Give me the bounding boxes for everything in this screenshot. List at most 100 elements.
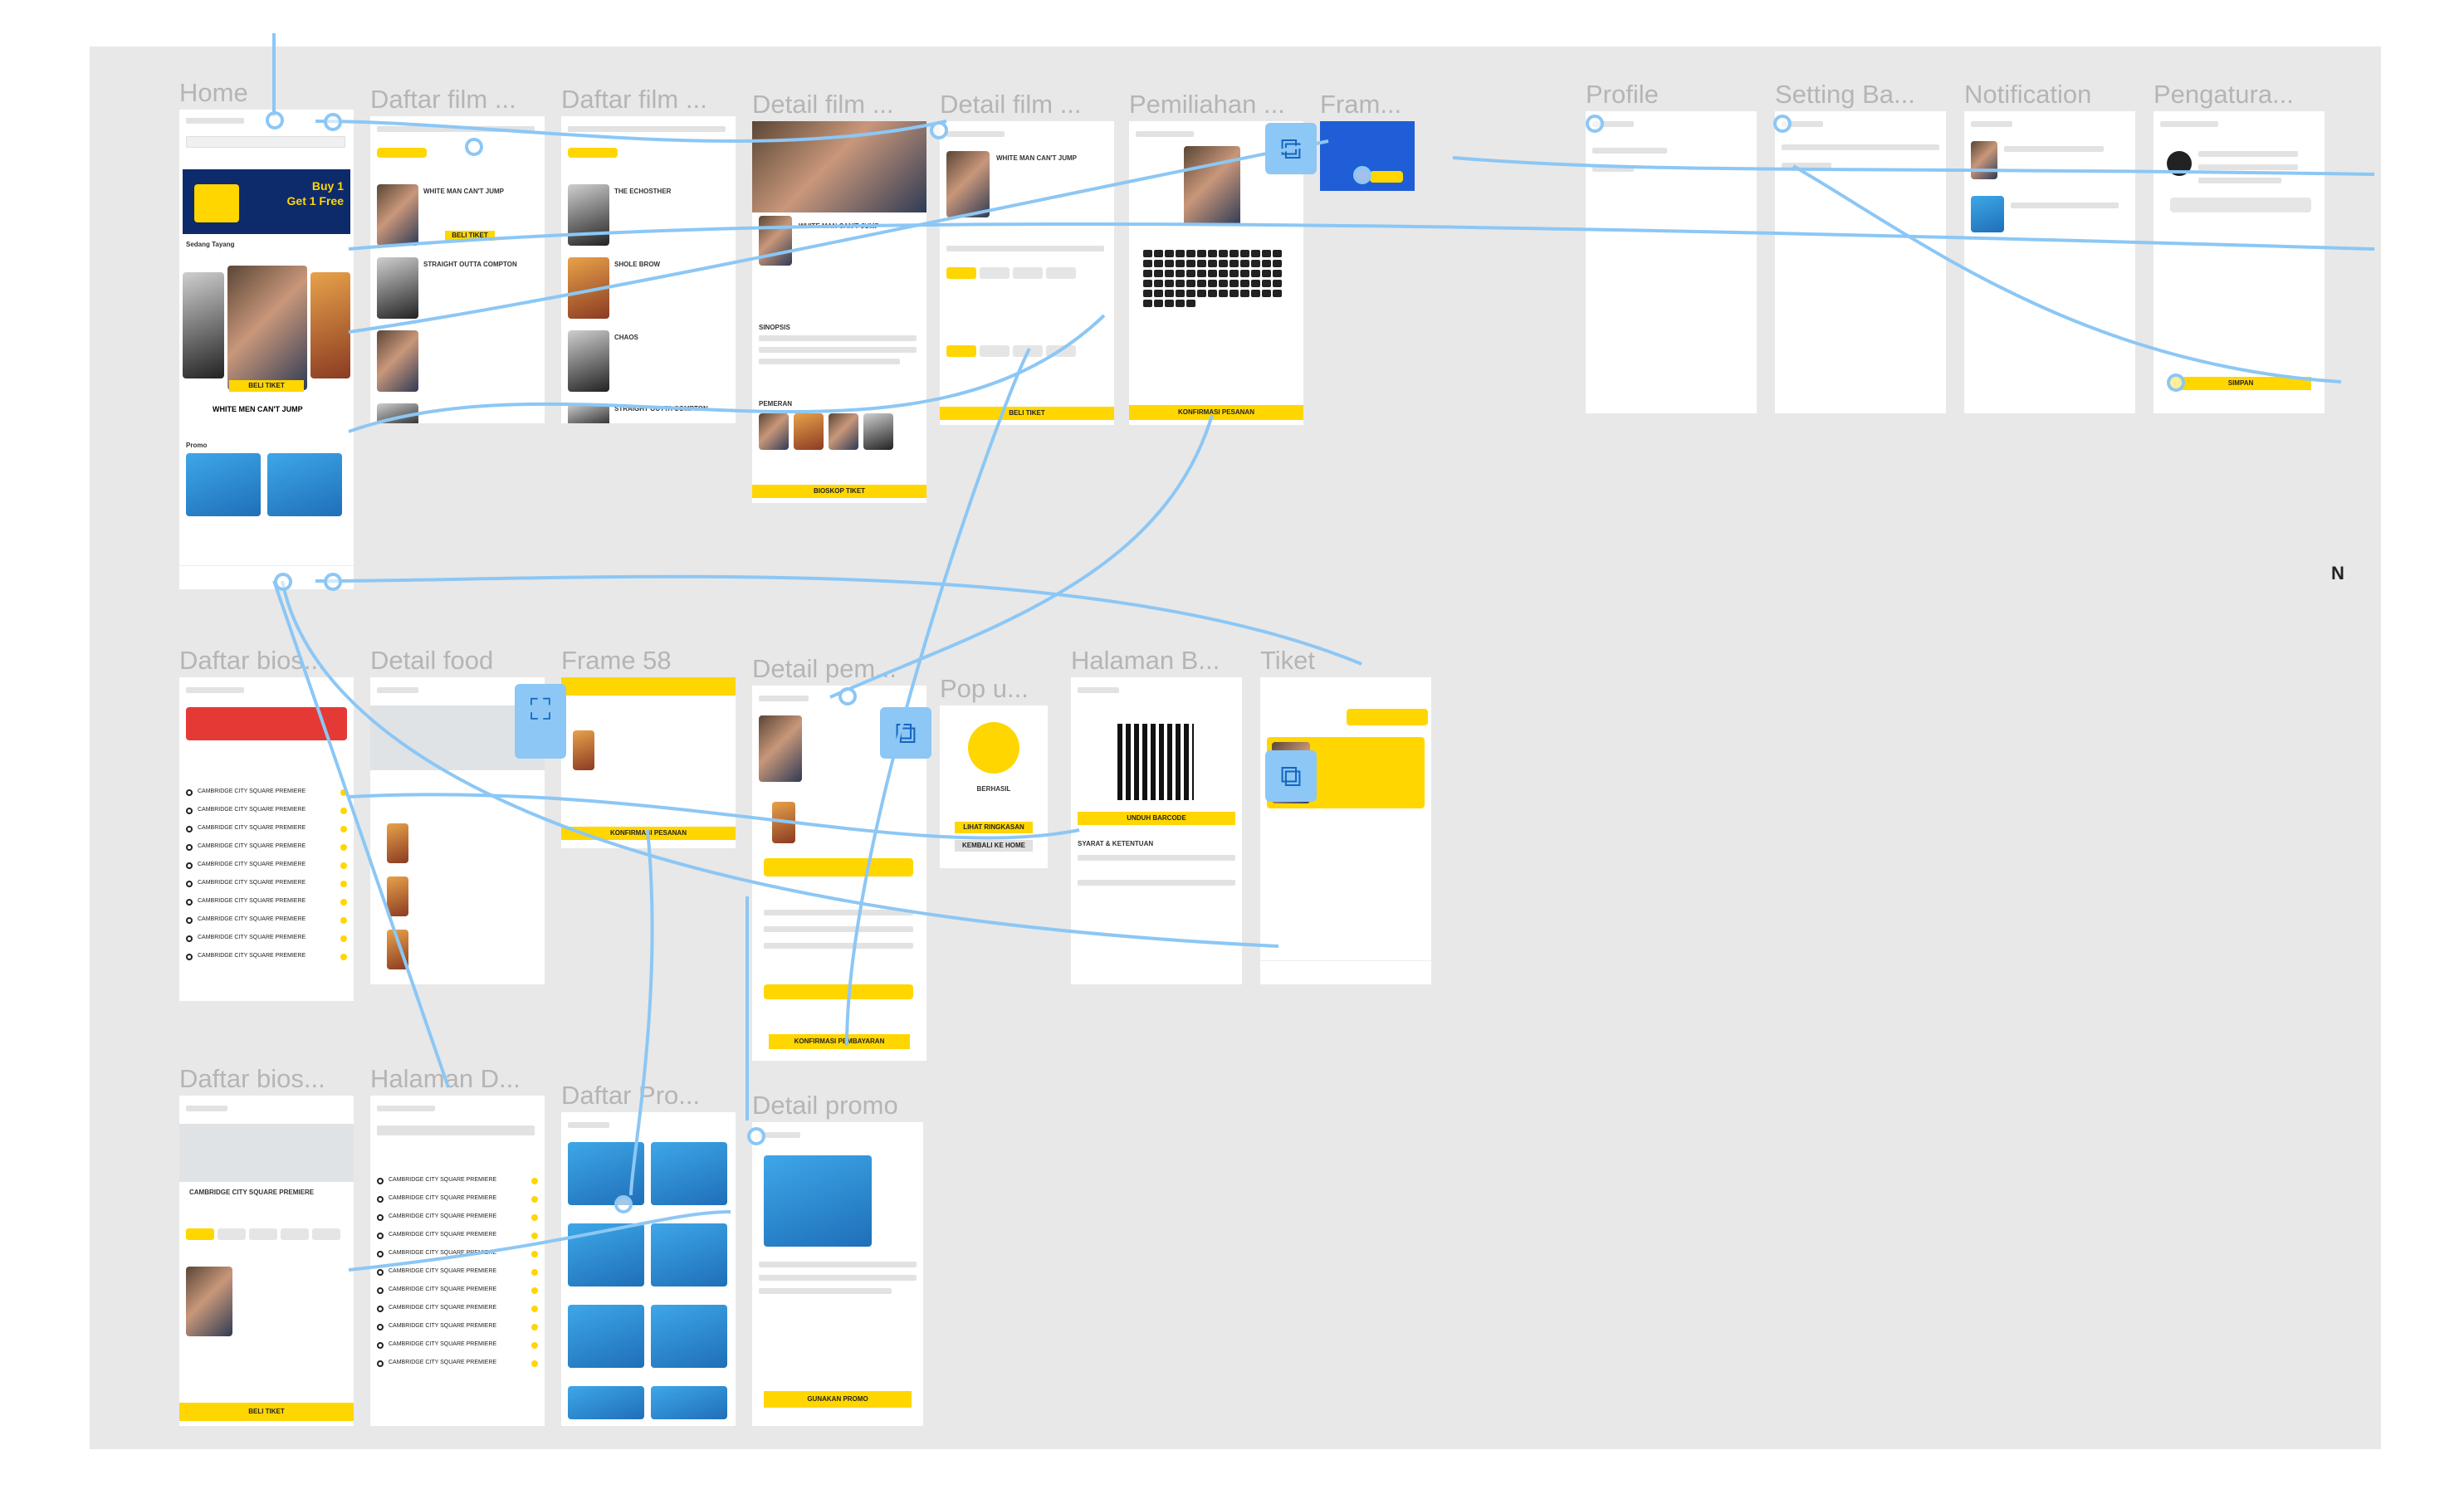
frame-title: Detail film ... bbox=[940, 90, 1082, 119]
cinema-row[interactable]: CAMBRIDGE CITY SQUARE PREMIERE bbox=[186, 898, 347, 906]
cinema-row[interactable]: CAMBRIDGE CITY SQUARE PREMIERE bbox=[377, 1177, 538, 1185]
view-summary-button[interactable]: LIHAT RINGKASAN bbox=[955, 822, 1033, 833]
buy-ticket-button[interactable]: BELI TIKET bbox=[940, 407, 1114, 420]
cinema-name: CAMBRIDGE CITY SQUARE PREMIERE bbox=[189, 1189, 315, 1196]
frame-title: Detail film ... bbox=[752, 90, 894, 119]
frame-daftar-promo[interactable]: Daftar Pro... bbox=[561, 1081, 736, 1426]
promo-label: Promo bbox=[186, 442, 208, 449]
cinema-row[interactable]: CAMBRIDGE CITY SQUARE PREMIERE bbox=[377, 1341, 538, 1350]
seat-grid[interactable] bbox=[1142, 249, 1292, 309]
frame-tiket[interactable]: Tiket bbox=[1260, 646, 1431, 984]
ticket-button[interactable]: BIOSKOP TIKET bbox=[752, 485, 926, 498]
frame-title: Pengatura... bbox=[2154, 80, 2294, 109]
frame-title: Fram... bbox=[1320, 90, 1402, 119]
frame-58[interactable]: Frame 58 KONFIRMASI PESANAN bbox=[561, 646, 736, 848]
frame-title: Frame 58 bbox=[561, 646, 672, 675]
section-now-showing: Sedang Tayang bbox=[186, 241, 235, 248]
frame-title: Detail food bbox=[370, 646, 494, 675]
movie-title: WHITE MAN CAN'T JUMP bbox=[799, 222, 880, 230]
cinema-row[interactable]: CAMBRIDGE CITY SQUARE PREMIERE bbox=[377, 1213, 538, 1222]
prototype-flow-icon[interactable]: ⛶ bbox=[515, 684, 566, 759]
frame-halaman-daftar[interactable]: Halaman D... CAMBRIDGE CITY SQUARE PREMI… bbox=[370, 1064, 545, 1426]
frame-title: Halaman B... bbox=[1071, 646, 1220, 675]
frame-profile[interactable]: Profile bbox=[1586, 80, 1757, 413]
cinema-row[interactable]: CAMBRIDGE CITY SQUARE PREMIERE bbox=[377, 1360, 538, 1368]
cinema-row[interactable]: CAMBRIDGE CITY SQUARE PREMIERE bbox=[186, 935, 347, 943]
frame-title: Halaman D... bbox=[370, 1064, 521, 1093]
cinema-row[interactable]: CAMBRIDGE CITY SQUARE PREMIERE bbox=[377, 1323, 538, 1331]
frame-title: Profile bbox=[1586, 80, 1659, 109]
confirm-order-button[interactable]: KONFIRMASI PESANAN bbox=[1129, 405, 1303, 420]
buy-ticket-button[interactable]: BELI TIKET bbox=[445, 231, 495, 241]
frame-title: Setting Ba... bbox=[1775, 80, 1915, 109]
frame-title: Detail pem... bbox=[752, 654, 897, 683]
frame-halaman-barcode[interactable]: Halaman B... UNDUH BARCODE SYARAT & KETE… bbox=[1071, 646, 1242, 984]
cinema-row[interactable]: CAMBRIDGE CITY SQUARE PREMIERE bbox=[377, 1195, 538, 1204]
cinema-row[interactable]: CAMBRIDGE CITY SQUARE PREMIERE bbox=[186, 788, 347, 797]
frame-title: Daftar Pro... bbox=[561, 1081, 701, 1110]
frame-title: Notification bbox=[1964, 80, 2092, 109]
film-item: STRAIGHT OUTTA COMPTON bbox=[423, 261, 517, 268]
confirm-order-button[interactable]: KONFIRMASI PESANAN bbox=[561, 827, 736, 840]
cinema-row[interactable]: CAMBRIDGE CITY SQUARE PREMIERE bbox=[377, 1286, 538, 1295]
frame-setting[interactable]: Setting Ba... bbox=[1775, 80, 1946, 413]
cinema-row[interactable]: CAMBRIDGE CITY SQUARE PREMIERE bbox=[186, 880, 347, 888]
frame-daftar-bioskop-2[interactable]: Daftar bios... CAMBRIDGE CITY SQUARE PRE… bbox=[179, 1064, 354, 1426]
movie-title: WHITE MEN CAN'T JUMP bbox=[213, 405, 303, 413]
cinema-row[interactable]: CAMBRIDGE CITY SQUARE PREMIERE bbox=[186, 862, 347, 870]
save-button[interactable]: SIMPAN bbox=[2170, 377, 2311, 390]
frame-popup[interactable]: Pop u... BERHASIL LIHAT RINGKASAN KEMBAL… bbox=[940, 674, 1048, 868]
frame-daftar-bioskop-1[interactable]: Daftar bios... CAMBRIDGE CITY SQUARE PRE… bbox=[179, 646, 354, 1001]
back-home-button[interactable]: KEMBALI KE HOME bbox=[955, 840, 1033, 852]
frame-title: Daftar film ... bbox=[561, 85, 707, 114]
cinema-row[interactable]: CAMBRIDGE CITY SQUARE PREMIERE bbox=[186, 825, 347, 833]
avatar bbox=[2167, 151, 2192, 176]
frame-notification[interactable]: Notification bbox=[1964, 80, 2135, 413]
success-text: BERHASIL bbox=[976, 785, 1011, 793]
frame-title: Detail promo bbox=[752, 1091, 898, 1120]
frame-daftar-film-2[interactable]: Daftar film ... THE ECHOSTHER SHOLE BROW… bbox=[561, 85, 736, 423]
cinema-row[interactable]: CAMBRIDGE CITY SQUARE PREMIERE bbox=[186, 807, 347, 815]
cinema-row[interactable]: CAMBRIDGE CITY SQUARE PREMIERE bbox=[377, 1305, 538, 1313]
logo-icon: N bbox=[2331, 563, 2344, 583]
cinema-row[interactable]: CAMBRIDGE CITY SQUARE PREMIERE bbox=[377, 1268, 538, 1277]
buy-ticket-button[interactable]: BELI TIKET bbox=[229, 380, 304, 392]
cinema-row[interactable]: CAMBRIDGE CITY SQUARE PREMIERE bbox=[377, 1232, 538, 1240]
cinema-row[interactable]: CAMBRIDGE CITY SQUARE PREMIERE bbox=[186, 953, 347, 961]
movie-title: WHITE MAN CAN'T JUMP bbox=[996, 154, 1078, 162]
frame-title: Pemiliahan ... bbox=[1129, 90, 1285, 119]
prototype-flow-icon[interactable]: ⧉ bbox=[880, 707, 931, 759]
frame-pengaturan-profile[interactable]: Pengatura... SIMPAN bbox=[2154, 80, 2325, 413]
download-barcode-button[interactable]: UNDUH BARCODE bbox=[1078, 812, 1235, 825]
cast-heading: PEMERAN bbox=[759, 400, 793, 408]
film-item: STRAIGHT OUTTA COMPTON bbox=[614, 405, 708, 413]
cinema-row[interactable]: CAMBRIDGE CITY SQUARE PREMIERE bbox=[186, 843, 347, 852]
film-item: SHOLE BROW bbox=[614, 261, 661, 268]
frame-title: Daftar bios... bbox=[179, 1064, 325, 1093]
prototype-flow-icon[interactable]: ⧉ bbox=[1265, 123, 1317, 174]
buy-ticket-button[interactable]: BELI TIKET bbox=[179, 1403, 354, 1421]
film-item: WHITE MAN CAN'T JUMP bbox=[423, 188, 505, 195]
frame-detail-film-1[interactable]: Detail film ... WHITE MAN CAN'T JUMP SIN… bbox=[752, 90, 926, 503]
promo-get1: Get 1 Free bbox=[286, 194, 344, 208]
use-promo-button[interactable]: GUNAKAN PROMO bbox=[764, 1391, 912, 1408]
frame-title: Tiket bbox=[1260, 646, 1316, 675]
check-icon bbox=[968, 722, 1019, 774]
film-item: THE ECHOSTHER bbox=[614, 188, 672, 195]
frame-title: Home bbox=[179, 78, 248, 107]
promo-buy1: Buy 1 bbox=[311, 179, 344, 193]
cinema-row[interactable]: CAMBRIDGE CITY SQUARE PREMIERE bbox=[377, 1250, 538, 1258]
frame-home[interactable]: Home Buy 1 Get 1 Free Sedang Tayang BELI… bbox=[179, 78, 354, 589]
terms-heading: SYARAT & KETENTUAN bbox=[1078, 840, 1154, 847]
frame-daftar-film-1[interactable]: Daftar film ... WHITE MAN CAN'T JUMP BEL… bbox=[370, 85, 545, 423]
frame-detail-film-2[interactable]: Detail film ... WHITE MAN CAN'T JUMP BEL… bbox=[940, 90, 1114, 425]
frame-title: Daftar bios... bbox=[179, 646, 325, 675]
frame-title: Daftar film ... bbox=[370, 85, 516, 114]
frame-title: Pop u... bbox=[940, 674, 1029, 703]
film-item: CHAOS bbox=[614, 334, 638, 341]
qr-code bbox=[1117, 724, 1194, 800]
prototype-flow-icon[interactable]: ⧉ bbox=[1265, 750, 1317, 802]
frame-detail-promo[interactable]: Detail promo GUNAKAN PROMO bbox=[752, 1091, 923, 1426]
confirm-payment-button[interactable]: KONFIRMASI PEMBAYARAN bbox=[769, 1034, 910, 1049]
cinema-row[interactable]: CAMBRIDGE CITY SQUARE PREMIERE bbox=[186, 916, 347, 925]
